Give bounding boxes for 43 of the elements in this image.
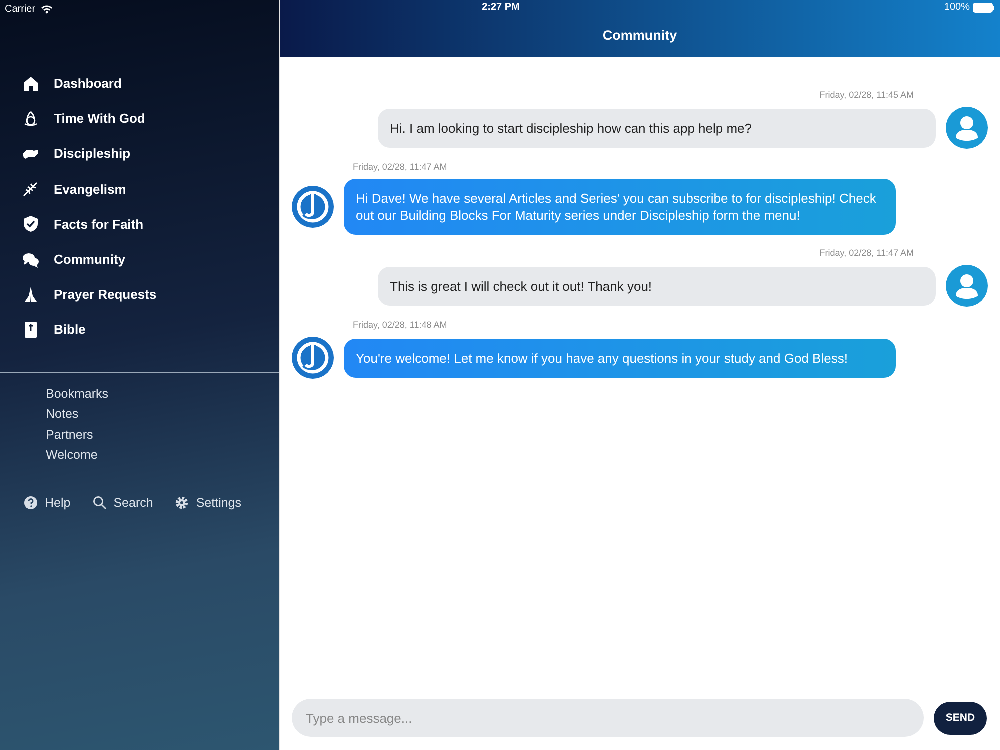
sent-message: This is great I will check out it out! Thank you! — [378, 266, 936, 306]
message-timestamp: Friday, 02/28, 11:48 AM — [353, 320, 448, 330]
sidebar-item[interactable]: Prayer Requests — [0, 277, 279, 312]
sidebar-link[interactable]: Bookmarks — [46, 386, 109, 402]
screen-title: Community — [602, 28, 678, 43]
footer-link[interactable]: Settings — [175, 496, 242, 510]
message-timestamp: Friday, 02/28, 11:45 AM — [820, 90, 914, 100]
book-icon — [22, 320, 40, 339]
user-avatar-icon — [946, 107, 988, 149]
battery-icon — [973, 2, 995, 12]
received-message: You're welcome! Let me know if you have any questions in your study and God Bless! — [344, 338, 896, 378]
received-message: Hi Dave! We have several Articles and Series' you can subscribe to for discipleship! Check out our Building Blocks For Maturity series under Discipleship form the menu! — [344, 179, 896, 235]
app-logo-icon — [292, 337, 334, 379]
sidebar-item[interactable]: Time With God — [0, 101, 279, 136]
sidebar-item[interactable]: Bible — [0, 312, 279, 348]
sidebar-item[interactable]: Dashboard — [0, 66, 279, 102]
sent-message: Hi. I am looking to start discipleship how can this app help me? — [378, 108, 936, 148]
sidebar-link[interactable]: Welcome — [46, 447, 98, 464]
sidebar-link[interactable]: Partners — [46, 426, 94, 443]
carrier-text: Carrier — [5, 4, 36, 14]
wifi-icon — [40, 4, 53, 14]
user-avatar-icon — [946, 265, 988, 307]
message-timestamp: Friday, 02/28, 11:47 AM — [820, 248, 914, 258]
chat-bubbles-icon — [22, 250, 40, 269]
settings-icon — [175, 496, 190, 510]
status-time: 2:27 PM — [482, 2, 520, 13]
battery-text: 100% — [944, 2, 970, 13]
sidebar-link[interactable]: Notes — [46, 406, 79, 422]
footer-link[interactable]: Help — [24, 496, 71, 510]
help-icon — [24, 496, 38, 510]
app-logo-icon — [292, 186, 334, 228]
sidebar-item[interactable]: Community — [0, 242, 279, 278]
sidebar-item[interactable]: Evangelism — [0, 172, 279, 207]
message-timestamp: Friday, 02/28, 11:47 AM — [353, 162, 448, 172]
sidebar-item[interactable]: Discipleship — [0, 136, 279, 172]
footer-link[interactable]: Search — [92, 496, 154, 510]
wheat-icon — [22, 180, 40, 198]
message-input[interactable]: Type a message... — [292, 699, 924, 737]
send-button[interactable]: SEND — [934, 702, 987, 734]
search-icon — [92, 496, 107, 510]
house-icon — [22, 74, 40, 93]
sidebar-item[interactable]: Facts for Faith — [0, 206, 279, 242]
shield-check-icon — [22, 215, 40, 234]
